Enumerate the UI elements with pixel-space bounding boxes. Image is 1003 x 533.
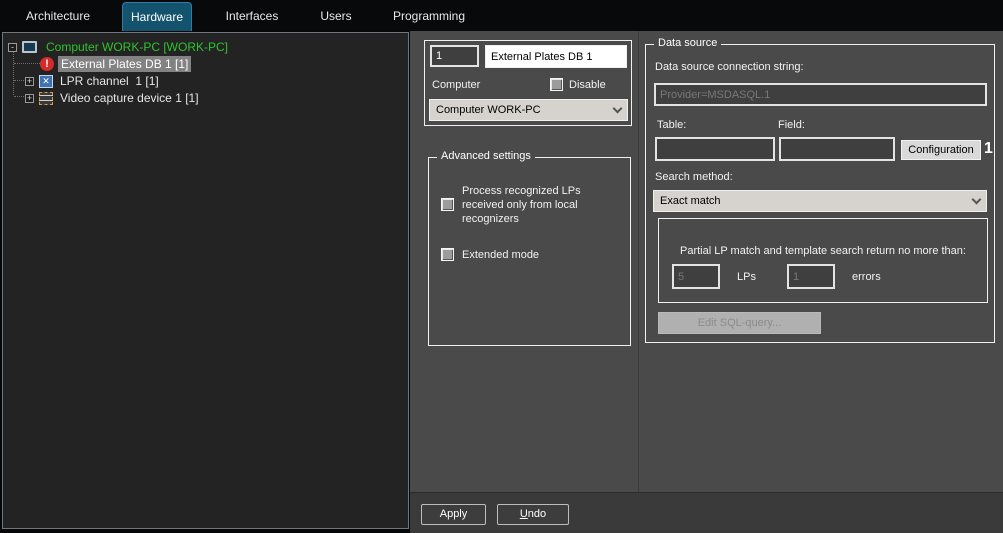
- tab-interfaces[interactable]: Interfaces: [220, 0, 284, 31]
- tab-label: Hardware: [131, 10, 183, 24]
- edit-sql-query-button[interactable]: Edit SQL-query...: [658, 312, 821, 334]
- process-local-lps-checkbox[interactable]: [441, 198, 454, 211]
- configuration-button[interactable]: Configuration: [901, 140, 981, 160]
- general-settings-box: Computer Disable Computer WORK-PC: [424, 40, 632, 126]
- errors-limit-input[interactable]: [787, 264, 835, 289]
- tree-node-label: LPR channel 1 [1]: [57, 73, 162, 89]
- tree-connector: [14, 63, 40, 64]
- partial-match-text: Partial LP match and template search ret…: [680, 245, 966, 257]
- tree-connector: [14, 96, 24, 97]
- callout-1: 1: [984, 140, 993, 158]
- disable-checkbox-label: Disable: [569, 78, 606, 92]
- computer-label: Computer: [432, 79, 480, 91]
- errors-label: errors: [852, 271, 881, 283]
- panel-divider: [638, 31, 639, 494]
- tab-label: Programming: [393, 9, 465, 23]
- lps-label: LPs: [737, 271, 756, 283]
- tab-label: Users: [320, 9, 351, 23]
- search-method-label: Search method:: [655, 171, 733, 183]
- connection-string-input[interactable]: [654, 83, 987, 106]
- data-source-group: Data source Data source connection strin…: [645, 44, 995, 343]
- search-method-value: Exact match: [660, 195, 973, 207]
- tree-node-video-capture[interactable]: + Video capture device 1 [1]: [25, 90, 202, 106]
- apply-button[interactable]: Apply: [421, 504, 486, 525]
- alert-icon: !: [40, 57, 54, 71]
- field-label: Field:: [778, 119, 805, 131]
- extended-mode-label: Extended mode: [462, 248, 539, 262]
- undo-initial: U: [520, 508, 528, 520]
- disable-checkbox[interactable]: [550, 78, 563, 91]
- tree-node-computer[interactable]: - Computer WORK-PC [WORK-PC]: [8, 39, 231, 55]
- settings-panel: Computer Disable Computer WORK-PC Advanc…: [410, 31, 1003, 533]
- tree-node-label: Video capture device 1 [1]: [57, 90, 202, 106]
- app-window: Architecture Hardware Interfaces Users P…: [0, 0, 1003, 533]
- device-name-input[interactable]: [485, 45, 627, 68]
- lps-limit-input[interactable]: [672, 264, 720, 289]
- lpr-channel-icon: ✕: [39, 75, 53, 88]
- process-local-lps-label: Process recognized LPs received only fro…: [462, 184, 612, 226]
- tab-architecture[interactable]: Architecture: [20, 0, 96, 31]
- partial-match-box: Partial LP match and template search ret…: [658, 218, 988, 303]
- undo-rest: ndo: [528, 508, 546, 520]
- tree-connector: [14, 80, 24, 81]
- expand-toggle-icon[interactable]: +: [25, 94, 34, 103]
- extended-mode-checkbox[interactable]: [441, 248, 454, 261]
- tree-node-label: External Plates DB 1 [1]: [58, 56, 191, 72]
- tab-bar: Architecture Hardware Interfaces Users P…: [0, 0, 1003, 31]
- computer-icon: [22, 41, 37, 53]
- undo-button[interactable]: Undo: [497, 504, 569, 525]
- search-method-select[interactable]: Exact match: [653, 190, 987, 212]
- table-label: Table:: [657, 119, 686, 131]
- video-capture-icon: [39, 92, 53, 105]
- table-input[interactable]: [655, 137, 775, 161]
- expand-toggle-icon[interactable]: +: [25, 77, 34, 86]
- collapse-toggle-icon[interactable]: -: [8, 43, 17, 52]
- tree-node-lpr-channel[interactable]: + ✕ LPR channel 1 [1]: [25, 73, 162, 89]
- chevron-down-icon: [613, 103, 623, 113]
- tab-hardware[interactable]: Hardware: [122, 2, 192, 31]
- tree-connector: [13, 49, 14, 95]
- device-tree-panel: - Computer WORK-PC [WORK-PC] ! External …: [2, 32, 409, 529]
- field-input[interactable]: [779, 137, 895, 161]
- computer-select-value: Computer WORK-PC: [436, 104, 614, 116]
- advanced-settings-group: Advanced settings Process recognized LPs…: [428, 157, 631, 346]
- computer-select[interactable]: Computer WORK-PC: [429, 99, 628, 121]
- tab-label: Architecture: [26, 9, 90, 23]
- device-id-input[interactable]: [430, 45, 479, 67]
- tab-users[interactable]: Users: [313, 0, 359, 31]
- data-source-title: Data source: [654, 37, 721, 49]
- tab-programming[interactable]: Programming: [392, 0, 466, 31]
- connection-string-label: Data source connection string:: [655, 61, 804, 73]
- tree-node-label: Computer WORK-PC [WORK-PC]: [43, 39, 231, 55]
- footer-bar: Apply Undo: [410, 492, 1003, 533]
- tab-label: Interfaces: [226, 9, 279, 23]
- advanced-settings-title: Advanced settings: [437, 150, 535, 162]
- chevron-down-icon: [972, 194, 982, 204]
- tree-node-external-plates-db[interactable]: ! External Plates DB 1 [1]: [40, 56, 191, 72]
